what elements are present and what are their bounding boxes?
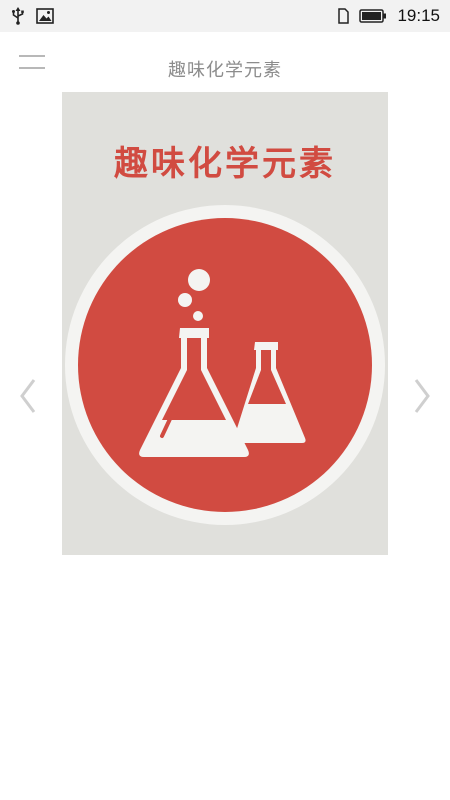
usb-icon	[10, 7, 26, 25]
page-title: 趣味化学元素	[168, 60, 282, 81]
chevron-right-icon	[414, 379, 430, 413]
status-bar: 19:15	[0, 0, 450, 32]
carousel-prev-button[interactable]	[10, 370, 46, 422]
app-header: 趣味化学元素	[0, 32, 450, 100]
carousel-next-button[interactable]	[404, 370, 440, 422]
carousel-slide-image[interactable]: 趣味化学元素	[62, 92, 388, 555]
status-time: 19:15	[397, 6, 440, 25]
image-icon	[36, 8, 54, 24]
status-left-icons	[10, 7, 54, 25]
sim-icon	[337, 8, 350, 24]
chevron-left-icon	[20, 379, 36, 413]
lab-flasks-icon	[65, 205, 385, 525]
status-right-icons: 19:15	[337, 6, 440, 26]
battery-icon	[359, 9, 387, 23]
